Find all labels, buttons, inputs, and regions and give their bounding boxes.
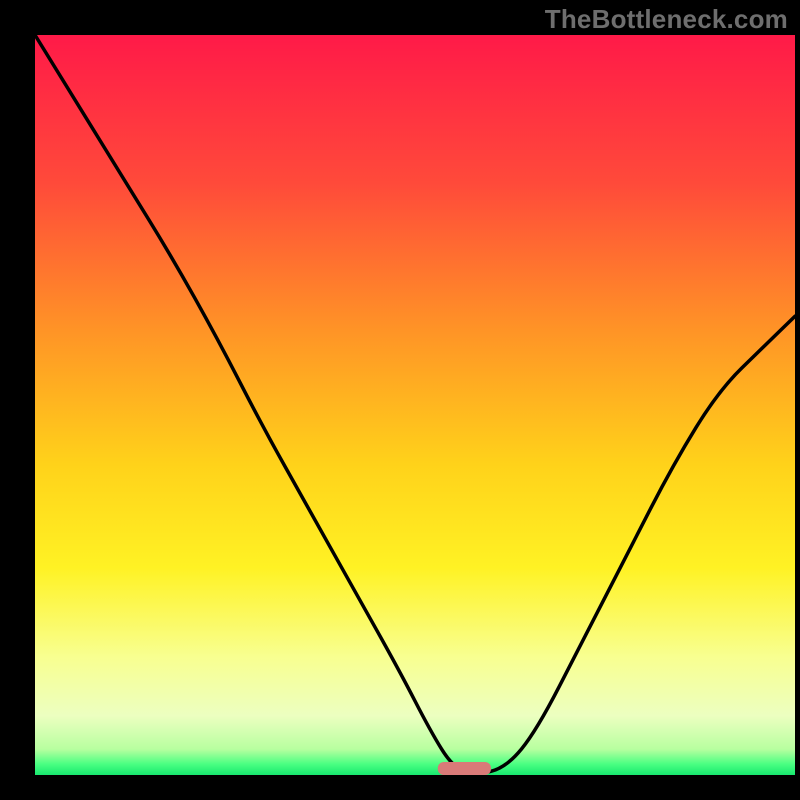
watermark-text: TheBottleneck.com [545, 4, 788, 35]
chart-frame: TheBottleneck.com [0, 0, 800, 800]
plot-background [35, 35, 795, 775]
bottleneck-chart [0, 0, 800, 800]
trough-marker [438, 762, 491, 775]
